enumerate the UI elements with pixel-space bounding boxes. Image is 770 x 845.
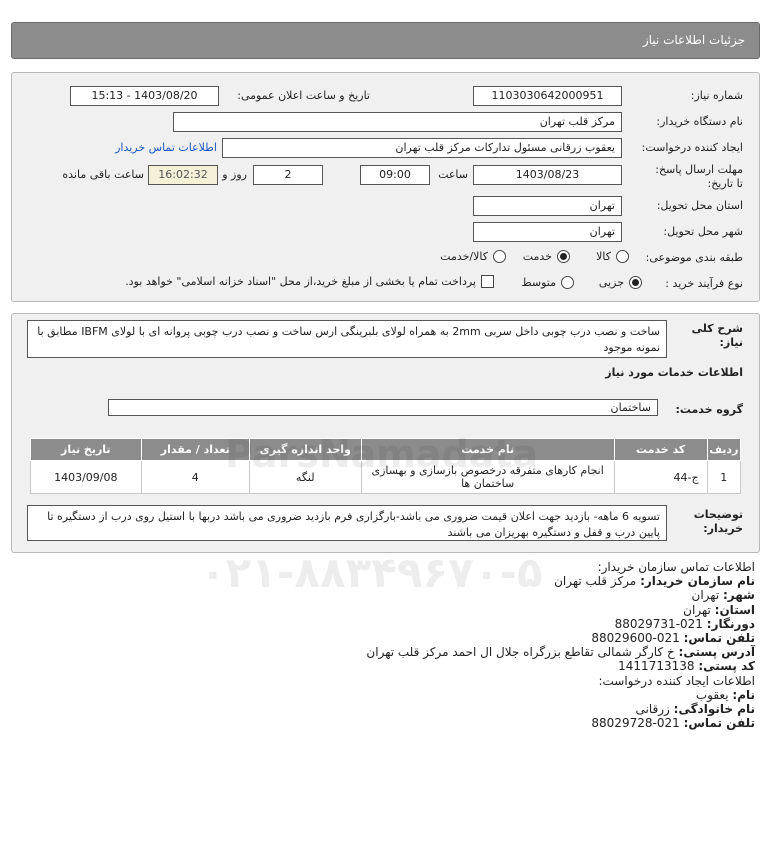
radio-goods[interactable] <box>616 250 629 263</box>
radio-minor[interactable] <box>629 276 642 289</box>
address-key: آدرس پستی: <box>678 645 755 660</box>
contact-info-link[interactable]: اطلاعات تماس خریدار <box>115 141 217 154</box>
province-label: استان محل تحویل: <box>656 199 743 212</box>
postal-value: 1411713138 <box>618 659 695 674</box>
phone-value: 021-88029600 <box>591 631 680 646</box>
process-label: نوع فرآیند خرید : <box>665 277 743 290</box>
services-section-title: اطلاعات خدمات مورد نیاز <box>605 366 743 379</box>
buyer-org-field[interactable]: مرکز قلب تهران <box>173 112 622 132</box>
service-group-field[interactable]: ساختمان <box>108 399 658 416</box>
deadline-time-label: ساعت <box>438 168 468 181</box>
creator-phone-key: تلفن تماس: <box>683 716 755 731</box>
province-value: تهران <box>683 602 711 617</box>
category-option-goods[interactable]: کالا <box>596 250 629 263</box>
buyer-contact-section-title: اطلاعات تماس سازمان خریدار: <box>597 560 755 574</box>
description-label: شرح کلی نیاز: <box>691 322 743 349</box>
treasury-checkbox[interactable] <box>481 275 494 288</box>
treasury-payment-note: پرداخت تمام یا بخشی از مبلغ خرید،از محل … <box>125 275 476 288</box>
category-label: طبقه بندی موضوعی: <box>645 251 743 264</box>
category-goods-service-label: کالا/خدمت <box>440 250 488 263</box>
creator-contact-section-title: اطلاعات ایجاد کننده درخواست: <box>598 673 755 688</box>
family-value: زرقانی <box>635 702 670 717</box>
city-label: شهر محل تحویل: <box>663 225 743 238</box>
table-row: 1 ج-44 انجام کارهای متفرقه درخصوص بازساز… <box>30 460 742 494</box>
page-title: جزئیات اطلاعات نیاز <box>642 33 745 47</box>
col-header-unit: واحد اندازه گیری <box>248 438 362 461</box>
cell-quantity: 4 <box>140 460 250 494</box>
postal-key: کد پستی: <box>698 659 755 674</box>
col-header-date: تاریخ نیاز <box>30 438 142 461</box>
creator-field[interactable]: یعقوب زرقانی مسئول تدارکات مرکز قلب تهرا… <box>222 138 622 158</box>
announce-label: تاریخ و ساعت اعلان عمومی: <box>237 89 370 102</box>
need-number-field[interactable]: 1103030642000951 <box>473 86 622 106</box>
service-group-label: گروه خدمت: <box>675 403 743 416</box>
province-field[interactable]: تهران <box>473 196 622 216</box>
radio-goods-service[interactable] <box>493 250 506 263</box>
city-value: تهران <box>691 588 720 603</box>
description-box: ساخت و نصب درب چوبی داخل سربی 2mm به همر… <box>27 320 667 358</box>
org-value: مرکز قلب تهران <box>554 574 637 589</box>
cell-name: انجام کارهای متفرقه درخصوص بازسازی و بهس… <box>360 460 615 494</box>
province-key: استان: <box>714 602 755 617</box>
phone-key: تلفن تماس: <box>683 631 755 646</box>
treasury-payment-option[interactable]: پرداخت تمام یا بخشی از مبلغ خرید،از محل … <box>125 275 494 288</box>
cell-unit: لنگه <box>248 460 362 494</box>
city-field[interactable]: تهران <box>473 222 622 242</box>
deadline-date-field[interactable]: 1403/08/23 <box>473 165 622 185</box>
address-value: خ کارگر شمالی تقاطع بزرگراه جلال ال احمد… <box>366 645 675 660</box>
cell-row: 1 <box>706 460 742 494</box>
process-minor-label: جزیی <box>598 276 624 289</box>
days-label: روز و <box>222 168 247 181</box>
process-option-medium[interactable]: متوسط <box>521 276 574 289</box>
process-option-minor[interactable]: جزیی <box>599 276 642 289</box>
radio-service[interactable] <box>557 250 570 263</box>
category-goods-label: کالا <box>596 250 611 263</box>
buyer-notes-label: توضیحات خریدار: <box>693 508 743 535</box>
col-header-name: نام خدمت <box>360 438 615 461</box>
announce-field[interactable]: 1403/08/20 - 15:13 <box>70 86 219 106</box>
buyer-org-label: نام دستگاه خریدار: <box>656 115 743 128</box>
services-table-header: ردیف کد خدمت نام خدمت واحد اندازه گیری ت… <box>30 438 742 461</box>
creator-phone-value: 021-88029728 <box>591 716 680 731</box>
fax-value: 021-88029731 <box>614 616 703 631</box>
page-title-bar: جزئیات اطلاعات نیاز <box>11 22 760 59</box>
category-option-service[interactable]: خدمت <box>523 250 570 263</box>
radio-medium[interactable] <box>561 276 574 289</box>
contact-info: اطلاعات تماس سازمان خریدار: نام سازمان خ… <box>15 560 755 730</box>
process-medium-label: متوسط <box>521 276 556 289</box>
city-key: شهر: <box>723 588 755 603</box>
name-value: یعقوب <box>695 687 729 702</box>
category-service-label: خدمت <box>522 250 552 263</box>
org-key: نام سازمان خریدار: <box>640 574 755 589</box>
deadline-label: مهلت ارسال پاسخ: تا تاریخ: <box>655 163 743 190</box>
fax-key: دورنگار: <box>706 616 755 631</box>
need-number-label: شماره نیاز: <box>690 89 743 102</box>
col-header-row: ردیف <box>706 438 742 461</box>
remaining-time-field: 16:02:32 <box>148 165 218 185</box>
category-option-goods-service[interactable]: کالا/خدمت <box>440 250 506 263</box>
name-key: نام: <box>732 687 755 702</box>
buyer-notes-box: تسویه 6 ماهه- بازدید جهت اعلان قیمت ضرور… <box>27 505 667 541</box>
remaining-label: ساعت باقی مانده <box>62 168 144 181</box>
services-table: ردیف کد خدمت نام خدمت واحد اندازه گیری ت… <box>30 438 742 494</box>
days-remaining-field[interactable]: 2 <box>253 165 323 185</box>
col-header-quantity: تعداد / مقدار <box>140 438 250 461</box>
creator-label: ایجاد کننده درخواست: <box>641 141 743 154</box>
deadline-time-field[interactable]: 09:00 <box>360 165 430 185</box>
cell-date: 1403/09/08 <box>30 460 142 494</box>
family-key: نام خانوادگی: <box>673 702 755 717</box>
col-header-code: کد خدمت <box>613 438 708 461</box>
cell-code: ج-44 <box>613 460 708 494</box>
